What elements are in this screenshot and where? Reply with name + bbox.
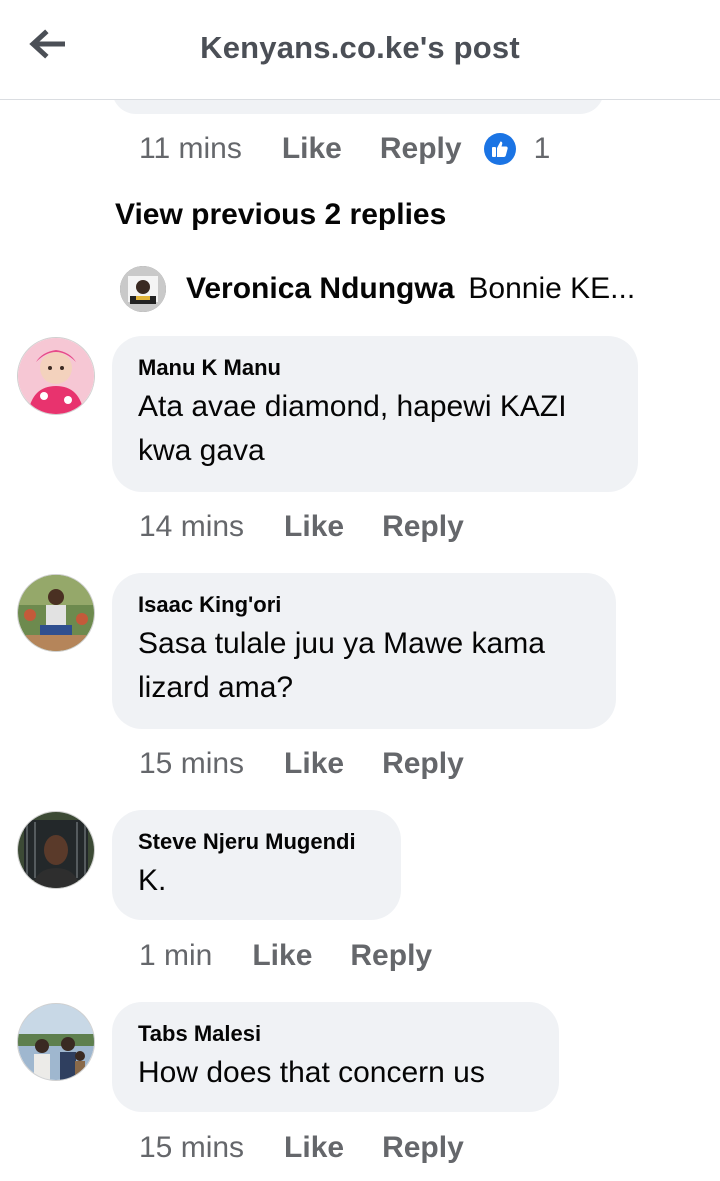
avatar[interactable] <box>17 337 95 415</box>
avatar[interactable] <box>17 1003 95 1081</box>
reply-snippet: Bonnie KE... <box>468 272 636 305</box>
comment-actions-row: 14 mins Like Reply <box>139 505 464 549</box>
thumbs-up-icon <box>483 133 516 165</box>
comment-bubble: Manu K Manu Ata avae diamond, hapewi KAZ… <box>112 336 638 492</box>
reply-author-name[interactable]: Veronica Ndungwa <box>186 272 454 306</box>
comment-actions-row: 11 mins Like Reply 1 <box>139 127 550 171</box>
avatar[interactable] <box>17 811 95 889</box>
comment-author-name[interactable]: Isaac King'ori <box>138 590 590 620</box>
reaction-summary[interactable]: 1 <box>483 132 551 166</box>
top-bar: Kenyans.co.ke's post <box>0 0 720 100</box>
comment-timestamp: 15 mins <box>139 747 245 780</box>
comment-text: Ata avae diamond, hapewi KAZI kwa gava <box>138 390 567 467</box>
comment-author-name[interactable]: Manu K Manu <box>138 353 612 383</box>
comment-actions-row: 1 min Like Reply <box>139 934 432 978</box>
like-button[interactable]: Like <box>284 1131 344 1165</box>
comment-bubble: Steve Njeru Mugendi K. <box>112 810 401 920</box>
comment-author-name[interactable]: Steve Njeru Mugendi <box>138 827 375 857</box>
view-previous-replies-link[interactable]: View previous 2 replies <box>115 198 446 232</box>
comment-text: K. <box>138 864 167 897</box>
avatar[interactable] <box>17 574 95 652</box>
comment-text: How does that concern us <box>138 1056 485 1089</box>
like-button[interactable]: Like <box>284 510 344 544</box>
like-button[interactable]: Like <box>284 747 344 781</box>
comment-actions-row: 15 mins Like Reply <box>139 742 464 786</box>
reply-button[interactable]: Reply <box>380 132 462 166</box>
comment-timestamp: 15 mins <box>139 1131 245 1164</box>
comment-bubble: Tabs Malesi How does that concern us <box>112 1002 559 1112</box>
comment-author-name[interactable]: Tabs Malesi <box>138 1019 533 1049</box>
page-title: Kenyans.co.ke's post <box>200 30 520 65</box>
like-button[interactable]: Like <box>282 132 342 166</box>
comment-timestamp: 11 mins <box>139 132 242 165</box>
comment-timestamp: 1 min <box>139 939 213 972</box>
reply-button[interactable]: Reply <box>350 939 432 973</box>
reply-button[interactable]: Reply <box>382 1131 464 1165</box>
avatar <box>120 266 166 312</box>
comment-bubble: Isaac King'ori Sasa tulale juu ya Mawe k… <box>112 573 616 729</box>
comment-actions-row: 15 mins Like Reply <box>139 1126 464 1170</box>
comment-timestamp: 14 mins <box>139 510 245 543</box>
reaction-count: 1 <box>533 132 551 165</box>
like-button[interactable]: Like <box>252 939 312 973</box>
reply-button[interactable]: Reply <box>382 747 464 781</box>
reply-button[interactable]: Reply <box>382 510 464 544</box>
reply-preview[interactable]: Veronica Ndungwa Bonnie KE... <box>120 264 680 314</box>
comment-text: Sasa tulale juu ya Mawe kama lizard ama? <box>138 627 545 704</box>
